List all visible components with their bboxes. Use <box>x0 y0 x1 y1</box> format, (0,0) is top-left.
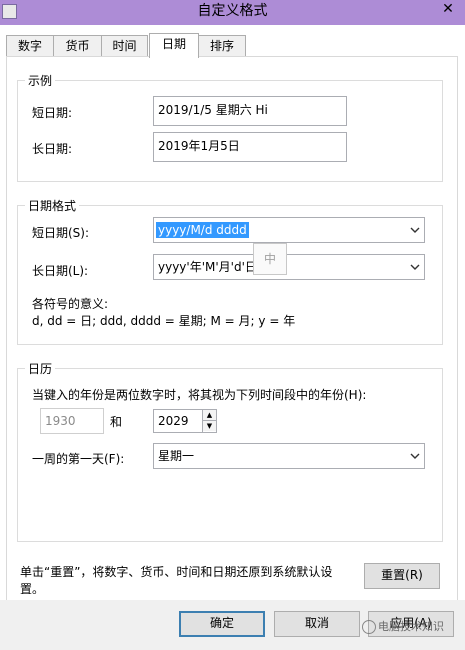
short-date-value[interactable]: yyyy/M/d dddd <box>156 222 249 238</box>
two-digit-year-text: 当键入的年份是两位数字时，将其视为下列时间段中的年份(H): <box>32 388 367 402</box>
reset-description-line1: 单击“重置”，将数字、货币、时间和日期还原到系统默认设 <box>20 565 333 579</box>
example-group-title: 示例 <box>25 72 56 89</box>
spin-up-icon[interactable]: ▲ <box>203 410 216 421</box>
close-button[interactable]: ✕ <box>433 0 463 20</box>
year-to-field[interactable]: 2029 ▲ ▼ <box>153 409 217 433</box>
tab-number[interactable]: 数字 <box>6 35 54 57</box>
window-title: 自定义格式 <box>197 3 268 19</box>
long-date-combo[interactable]: yyyy'年'M'月'd'日' <box>153 254 425 280</box>
short-date-label: 短日期(S): <box>32 226 90 240</box>
tab-strip: 数字 货币 时间 日期 排序 <box>0 33 465 58</box>
first-day-label: 一周的第一天(F): <box>32 452 125 466</box>
year-to-value[interactable]: 2029 <box>158 414 189 428</box>
ok-button[interactable]: 确定 <box>179 611 265 637</box>
title-bar: 自定义格式 ✕ <box>0 0 465 25</box>
spin-down-icon[interactable]: ▼ <box>203 421 216 431</box>
short-date-combo[interactable]: yyyy/M/d dddd <box>153 217 425 243</box>
chevron-down-icon[interactable] <box>410 451 420 461</box>
tab-currency[interactable]: 货币 <box>53 35 102 57</box>
example-long-label: 长日期: <box>32 142 73 156</box>
symbol-meaning-text: d, dd = 日; ddd, dddd = 星期; M = 月; y = 年 <box>32 314 296 328</box>
reset-description-line2: 置。 <box>20 582 45 596</box>
long-date-value[interactable]: yyyy'年'M'月'd'日' <box>156 259 262 275</box>
symbol-meaning-title: 各符号的意义: <box>32 297 109 311</box>
example-short-label: 短日期: <box>32 106 73 120</box>
chevron-down-icon[interactable] <box>410 225 420 235</box>
chevron-down-icon[interactable] <box>410 262 420 272</box>
example-long-value: 2019年1月5日 <box>153 132 347 162</box>
watermark: 电脑技术知识 <box>362 618 444 634</box>
watermark-text: 电脑技术知识 <box>378 620 444 633</box>
first-day-value[interactable]: 星期一 <box>156 448 196 464</box>
year-from-field: 1930 <box>40 408 104 434</box>
reset-button[interactable]: 重置(R) <box>364 563 440 589</box>
cancel-button[interactable]: 取消 <box>274 611 360 637</box>
and-label: 和 <box>110 415 123 429</box>
example-short-value: 2019/1/5 星期六 Hi <box>153 96 347 126</box>
tab-date[interactable]: 日期 <box>149 33 199 58</box>
date-format-group-title: 日期格式 <box>25 197 80 214</box>
wechat-icon <box>362 620 376 634</box>
tab-time[interactable]: 时间 <box>101 35 148 57</box>
year-spinner[interactable]: ▲ ▼ <box>202 410 216 432</box>
long-date-label: 长日期(L): <box>32 264 89 278</box>
ime-indicator: 中 <box>253 243 287 275</box>
calendar-group-title: 日历 <box>25 360 56 377</box>
tab-sort[interactable]: 排序 <box>198 35 246 57</box>
first-day-combo[interactable]: 星期一 <box>153 443 425 469</box>
